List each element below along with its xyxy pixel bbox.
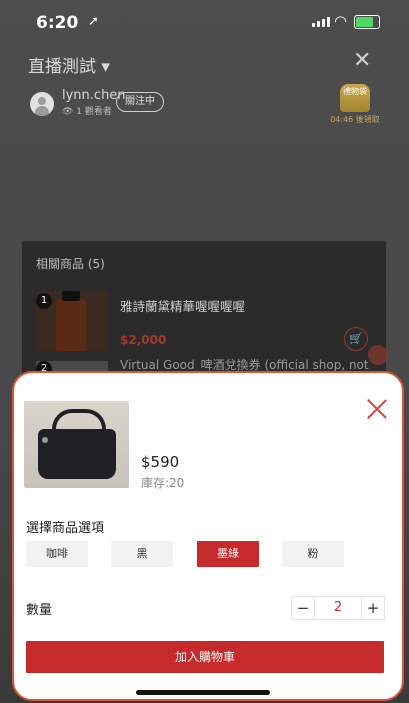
- add-cart-icon[interactable]: [368, 345, 388, 365]
- avatar[interactable]: [30, 92, 54, 116]
- add-to-cart-button[interactable]: 加入購物車: [26, 641, 384, 673]
- close-icon[interactable]: [366, 398, 388, 420]
- close-live-icon[interactable]: ✕: [353, 48, 371, 73]
- viewer-count: 👁 1 觀看者: [62, 107, 112, 117]
- product-option-sheet: $590 庫存:20 選擇商品選項 咖啡 黑 墨綠 粉 數量 − 2 + 加入購…: [12, 371, 404, 701]
- product-price: $2,000: [120, 333, 167, 347]
- gift-badge[interactable]: 禮物袋 04:46 後領取: [320, 84, 390, 125]
- home-indicator[interactable]: [136, 690, 270, 695]
- quantity-stepper: − 2 +: [291, 596, 385, 620]
- live-stream-screen: 6:20 ➚ ◠ 直播測試 ▾ ✕ lynn.chen 👁 1 觀看者 關注中 …: [0, 0, 409, 703]
- product-image-bag: [24, 401, 129, 488]
- option-pink[interactable]: 粉: [282, 541, 344, 567]
- product-name[interactable]: 雅詩蘭黛精華喔喔喔喔: [120, 296, 245, 315]
- related-title: 相關商品 (5): [36, 257, 105, 271]
- options-title: 選擇商品選項: [26, 521, 105, 536]
- quantity-label: 數量: [26, 603, 53, 618]
- wifi-icon: ◠: [334, 12, 348, 30]
- status-time: 6:20: [36, 13, 79, 33]
- status-bar: 6:20 ➚ ◠: [0, 0, 409, 44]
- decrement-button[interactable]: −: [292, 597, 315, 619]
- signal-icon: [312, 17, 330, 27]
- gift-bag-icon: 禮物袋: [340, 84, 370, 112]
- add-cart-icon[interactable]: 🛒: [344, 327, 368, 351]
- option-dark-green[interactable]: 墨綠: [197, 541, 259, 567]
- quantity-value[interactable]: 2: [315, 597, 361, 619]
- location-arrow-icon: ➚: [88, 14, 99, 29]
- increment-button[interactable]: +: [361, 597, 384, 619]
- option-coffee[interactable]: 咖啡: [26, 541, 88, 567]
- battery-icon: [354, 15, 380, 29]
- follow-button[interactable]: 關注中: [116, 92, 164, 112]
- sheet-price: $590: [141, 453, 180, 471]
- gift-countdown: 04:46 後領取: [330, 115, 380, 124]
- option-black[interactable]: 黑: [111, 541, 173, 567]
- live-title[interactable]: 直播測試 ▾: [28, 52, 110, 77]
- sheet-stock: 庫存:20: [141, 476, 185, 490]
- gift-badge-label: 禮物袋: [343, 87, 367, 96]
- product-index: 1: [36, 293, 52, 309]
